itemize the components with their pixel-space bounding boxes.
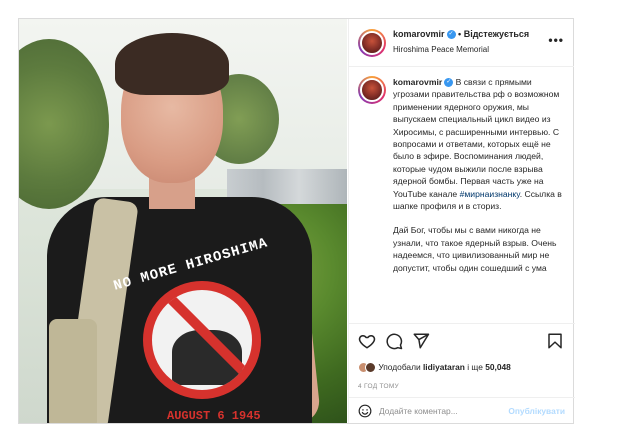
avatar[interactable]	[358, 29, 386, 57]
post-side-panel: komarovmir ✓ • Відстежується Hiroshima Pe…	[348, 19, 575, 423]
location-link[interactable]: Hiroshima Peace Memorial	[393, 45, 489, 54]
likes-suffix: і ще	[467, 362, 483, 372]
caption-body: komarovmir ✓ В связи с прямыми угрозами п…	[393, 76, 566, 274]
header-username[interactable]: komarovmir	[393, 29, 445, 39]
likes-count[interactable]: 50,048	[485, 362, 511, 372]
post-caption: komarovmir ✓ В связи с прямыми угрозами п…	[349, 68, 575, 323]
verified-badge-icon: ✓	[444, 78, 454, 88]
hashtag-link[interactable]: #мирнаизнанку	[460, 189, 520, 199]
no-sign-print	[143, 281, 261, 399]
follow-button[interactable]: Відстежується	[464, 29, 529, 39]
shirt-date-text: AUGUST 6 1945	[167, 409, 261, 423]
post-timestamp[interactable]: 4 ГОД ТОМУ	[358, 383, 399, 390]
caption-text-part1: В связи с прямыми угрозами правительства…	[393, 77, 560, 199]
post-header: komarovmir ✓ • Відстежується Hiroshima Pe…	[349, 19, 574, 67]
caption-paragraph-2: Дай Бог, чтобы мы с вами никогда не узна…	[393, 225, 557, 273]
photo-bag	[49, 319, 97, 423]
comment-bar: Опублікувати	[349, 397, 575, 423]
likes-user[interactable]: lidiyataran	[423, 362, 465, 372]
photo-hair	[115, 33, 229, 95]
heart-icon[interactable]	[358, 332, 376, 350]
comment-input[interactable]	[379, 403, 509, 419]
caption-avatar[interactable]	[358, 76, 386, 104]
publish-button[interactable]: Опублікувати	[508, 406, 565, 416]
caption-username[interactable]: komarovmir	[393, 77, 442, 87]
likes-prefix: Уподобали	[378, 362, 421, 372]
share-icon[interactable]	[412, 332, 430, 350]
verified-badge-icon: ✓	[446, 30, 456, 40]
liker-avatar	[365, 362, 376, 374]
header-user-line: komarovmir ✓ • Відстежується	[393, 29, 529, 40]
bookmark-icon[interactable]	[546, 332, 564, 350]
action-bar	[349, 323, 575, 359]
likes-summary[interactable]: Уподобали lidiyataran і ще 50,048	[358, 362, 511, 374]
instagram-post-frame: NO MORE HIROSHIMA AUGUST 6 1945 komarovm…	[18, 18, 575, 424]
post-photo[interactable]: NO MORE HIROSHIMA AUGUST 6 1945	[19, 19, 347, 423]
emoji-icon[interactable]	[358, 404, 372, 418]
more-horizontal-icon[interactable]: •••	[548, 33, 564, 47]
comment-icon[interactable]	[385, 332, 403, 350]
